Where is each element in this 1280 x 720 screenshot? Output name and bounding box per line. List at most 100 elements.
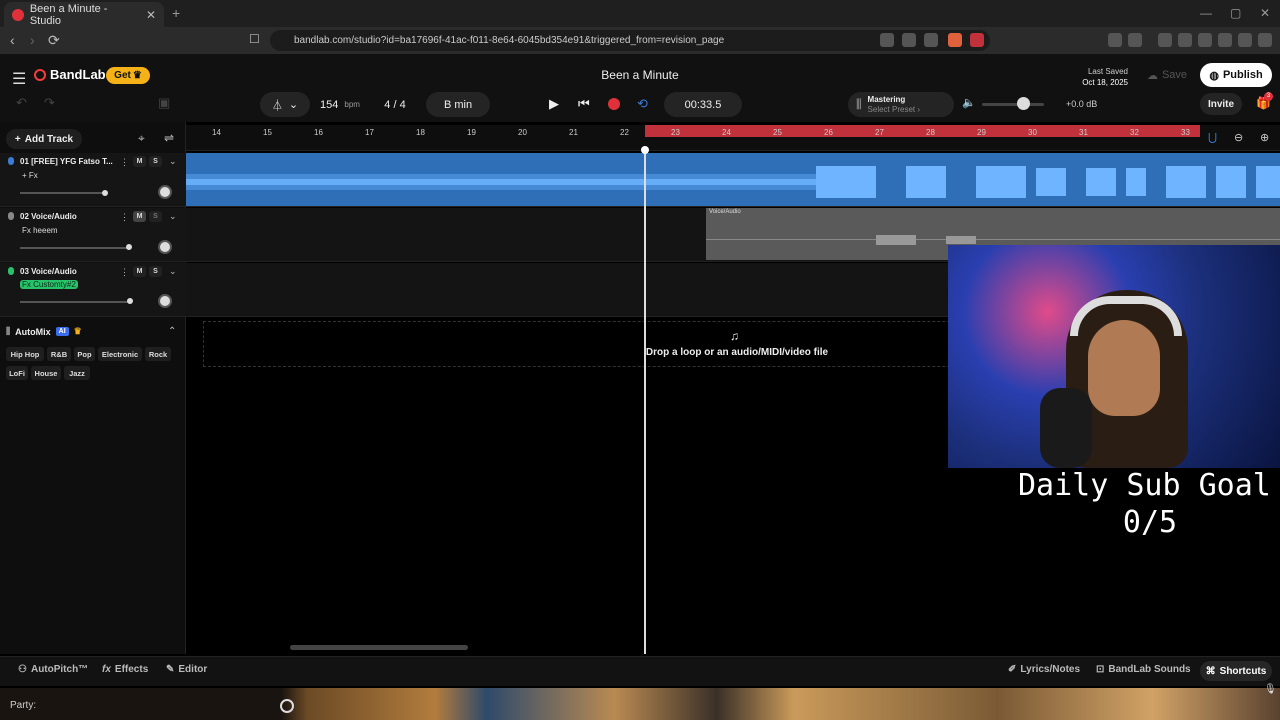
mute-button[interactable]: M	[133, 156, 146, 167]
shortcuts-button[interactable]: ⌘ Shortcuts	[1200, 661, 1272, 681]
chevron-down-icon[interactable]: ⌄	[169, 211, 177, 222]
pan-knob[interactable]	[158, 185, 172, 199]
genre-chip[interactable]: Pop	[74, 347, 95, 361]
mute-button[interactable]: M	[133, 211, 146, 222]
record-button[interactable]	[608, 98, 620, 110]
bpm-field[interactable]: 154 bpm	[312, 92, 368, 117]
sidebar-icon[interactable]	[1178, 33, 1192, 47]
track-name[interactable]: 03 Voice/Audio	[20, 267, 77, 276]
lyrics-button[interactable]: ✐ Lyrics/Notes	[1008, 664, 1080, 675]
add-track-button[interactable]: + Add Track	[6, 129, 82, 149]
track-options-icon[interactable]: ⋮	[120, 267, 129, 278]
play-icon[interactable]: ▶	[549, 96, 559, 112]
genre-chip[interactable]: Electronic	[98, 347, 142, 361]
solo-button[interactable]: S	[149, 156, 162, 167]
playhead-handle[interactable]	[641, 146, 649, 154]
horizontal-scrollbar[interactable]	[290, 645, 468, 650]
key-selector[interactable]: B min	[426, 92, 490, 117]
save-button[interactable]: ☁ Save	[1138, 64, 1196, 86]
bandlab-logo[interactable]: BandLab	[34, 67, 106, 82]
new-tab-icon[interactable]: +	[172, 5, 180, 21]
genre-chip[interactable]: House	[31, 366, 61, 380]
track-volume-slider[interactable]	[20, 301, 130, 303]
back-icon[interactable]: ‹	[10, 32, 15, 48]
track-volume-knob[interactable]	[127, 298, 133, 304]
autopitch-button[interactable]: ⚇ AutoPitch™	[18, 664, 88, 675]
mastering-button[interactable]: ⫼ Mastering Select Preset ›	[848, 92, 954, 117]
track-options-icon[interactable]: ⋮	[120, 212, 129, 223]
genre-chip[interactable]: LoFi	[6, 366, 28, 380]
zoom-out-icon[interactable]: ⊖	[1234, 131, 1243, 144]
project-title[interactable]: Been a Minute	[540, 68, 740, 82]
redo-icon[interactable]: ↷	[44, 95, 55, 111]
zoom-in-icon[interactable]: ⊕	[1260, 131, 1269, 144]
extension-icon[interactable]	[1128, 33, 1142, 47]
brave-shield-icon[interactable]	[948, 33, 962, 47]
track-options-icon[interactable]: ⋮	[120, 157, 129, 168]
time-signature[interactable]: 4 / 4	[372, 92, 418, 117]
metronome-toggle[interactable]: ⏃ ⌄	[260, 92, 310, 117]
undo-icon[interactable]: ↶	[16, 95, 27, 111]
reload-icon[interactable]: ⟳	[48, 32, 60, 49]
solo-button[interactable]: S	[149, 211, 162, 222]
minimize-icon[interactable]: —	[1200, 6, 1212, 20]
brave-rewards-icon[interactable]	[970, 33, 984, 47]
share-icon[interactable]	[924, 33, 938, 47]
pan-knob[interactable]	[158, 240, 172, 254]
browser-tab[interactable]: Been a Minute - Studio ✕	[4, 2, 164, 27]
music-icon[interactable]	[1158, 33, 1172, 47]
loop-icon[interactable]: ⟲	[637, 96, 648, 112]
track-name[interactable]: 02 Voice/Audio	[20, 212, 77, 221]
tool-icon[interactable]: ⌖	[138, 131, 145, 146]
maximize-icon[interactable]: ▢	[1230, 6, 1241, 20]
automix-header[interactable]: ⫼ AutoMix AI ♛	[6, 326, 82, 337]
hamburger-menu-icon[interactable]: ☰	[12, 69, 26, 89]
mute-button[interactable]: M	[133, 266, 146, 277]
master-volume-slider[interactable]	[982, 103, 1044, 106]
track-volume-slider[interactable]	[20, 192, 106, 194]
extension-icon[interactable]	[880, 33, 894, 47]
last-saved: Last Saved Oct 18, 2025	[1060, 66, 1128, 88]
forward-icon[interactable]: ›	[30, 32, 35, 48]
menu-icon[interactable]	[1258, 33, 1272, 47]
pan-knob[interactable]	[158, 294, 172, 308]
invite-button[interactable]: Invite	[1200, 93, 1242, 115]
extension-icon[interactable]	[902, 33, 916, 47]
bandlab-sounds-button[interactable]: ⊡ BandLab Sounds	[1096, 664, 1191, 675]
genre-chip[interactable]: Hip Hop	[6, 347, 44, 361]
leo-ai-icon[interactable]	[1218, 33, 1232, 47]
master-volume-knob[interactable]	[1017, 97, 1030, 110]
track-fx[interactable]: + Fx	[20, 171, 40, 180]
track-volume-slider[interactable]	[20, 247, 128, 249]
party-icon[interactable]	[280, 699, 294, 713]
track-volume-knob[interactable]	[126, 244, 132, 250]
effects-button[interactable]: fx Effects	[102, 664, 148, 675]
track-fx[interactable]: Fx heeem	[20, 226, 60, 235]
publish-button[interactable]: ◍ Publish	[1200, 63, 1272, 87]
close-tab-icon[interactable]: ✕	[146, 8, 156, 22]
solo-button[interactable]: S	[149, 266, 162, 277]
track-name[interactable]: 01 [FREE] YFG Fatso T...	[20, 157, 113, 166]
mic-icon[interactable]: 🎙	[1264, 684, 1277, 695]
speaker-icon[interactable]: 🔈	[962, 96, 976, 109]
track-fx[interactable]: Fx Customty#2	[20, 280, 78, 289]
mixer-icon[interactable]: ⇌	[164, 131, 174, 145]
chevron-up-icon[interactable]: ⌃	[168, 326, 176, 337]
get-membership-button[interactable]: Get ♛	[106, 67, 150, 84]
window-close-icon[interactable]: ✕	[1260, 6, 1270, 20]
panel-toggle-icon[interactable]: ▣	[158, 95, 170, 111]
vpn-icon[interactable]	[1238, 33, 1252, 47]
chevron-down-icon[interactable]: ⌄	[169, 156, 177, 167]
wallet-icon[interactable]	[1198, 33, 1212, 47]
genre-chip[interactable]: Jazz	[64, 366, 90, 380]
chevron-down-icon[interactable]: ⌄	[169, 266, 177, 277]
bookmark-icon[interactable]: ☐	[249, 32, 260, 46]
editor-button[interactable]: ✎ Editor	[166, 664, 207, 675]
magnet-icon[interactable]: ⋃	[1208, 131, 1217, 144]
track-volume-knob[interactable]	[102, 190, 108, 196]
skip-back-icon[interactable]: ⏮	[578, 96, 590, 112]
genre-chip[interactable]: R&B	[47, 347, 71, 361]
playhead[interactable]	[644, 149, 646, 654]
extensions-icon[interactable]	[1108, 33, 1122, 47]
genre-chip[interactable]: Rock	[145, 347, 171, 361]
